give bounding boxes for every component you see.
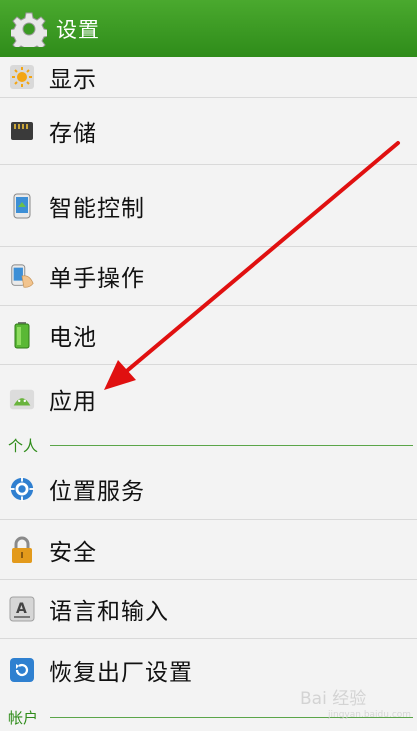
lock-icon bbox=[9, 536, 35, 563]
section-header-personal: 个人 bbox=[0, 432, 417, 458]
settings-item-label: 安全 bbox=[49, 539, 97, 566]
settings-item-label: 位置服务 bbox=[49, 478, 145, 505]
battery-icon bbox=[9, 322, 35, 349]
settings-item-factory-reset[interactable]: 恢复出厂设置 bbox=[0, 639, 417, 700]
settings-item-storage[interactable]: 存储 bbox=[0, 98, 417, 165]
android-app-icon bbox=[9, 386, 35, 412]
location-icon bbox=[9, 476, 35, 502]
settings-item-location[interactable]: 位置服务 bbox=[0, 458, 417, 520]
gear-icon bbox=[10, 10, 48, 48]
section-divider bbox=[50, 444, 413, 446]
settings-item-smart-control[interactable]: 智能控制 bbox=[0, 165, 417, 247]
section-label: 个人 bbox=[8, 436, 39, 455]
settings-item-label: 恢复出厂设置 bbox=[49, 659, 193, 686]
page-title: 设置 bbox=[56, 17, 100, 42]
settings-item-label: 智能控制 bbox=[49, 195, 145, 222]
settings-item-one-hand[interactable]: 单手操作 bbox=[0, 247, 417, 306]
keyboard-icon: A bbox=[9, 596, 35, 622]
brightness-icon bbox=[9, 64, 35, 90]
settings-item-label: 显示 bbox=[49, 67, 97, 93]
section-label: 帐户 bbox=[8, 708, 39, 727]
settings-item-language-input[interactable]: A 语言和输入 bbox=[0, 580, 417, 639]
settings-item-label: 存储 bbox=[49, 121, 97, 147]
settings-item-label: 语言和输入 bbox=[49, 599, 169, 625]
section-divider bbox=[50, 716, 413, 718]
settings-item-battery[interactable]: 电池 bbox=[0, 306, 417, 365]
settings-item-label: 电池 bbox=[49, 325, 97, 351]
section-header-account: 帐户 bbox=[0, 704, 417, 730]
restore-icon bbox=[9, 657, 35, 683]
settings-item-display[interactable]: 显示 bbox=[0, 57, 417, 98]
settings-item-apps[interactable]: 应用 bbox=[0, 365, 417, 432]
settings-screen: 设置 显示 存储 智能控制 单手操作 电池 应用 个人 位置服务 安全 A 语言… bbox=[0, 0, 417, 731]
settings-item-label: 应用 bbox=[49, 388, 97, 415]
smart-control-icon bbox=[9, 193, 35, 219]
settings-item-security[interactable]: 安全 bbox=[0, 520, 417, 580]
one-hand-icon bbox=[9, 263, 35, 289]
title-bar: 设置 bbox=[0, 0, 417, 57]
settings-item-label: 单手操作 bbox=[49, 266, 145, 292]
sd-card-icon bbox=[9, 118, 35, 144]
svg-text:A: A bbox=[16, 601, 27, 617]
